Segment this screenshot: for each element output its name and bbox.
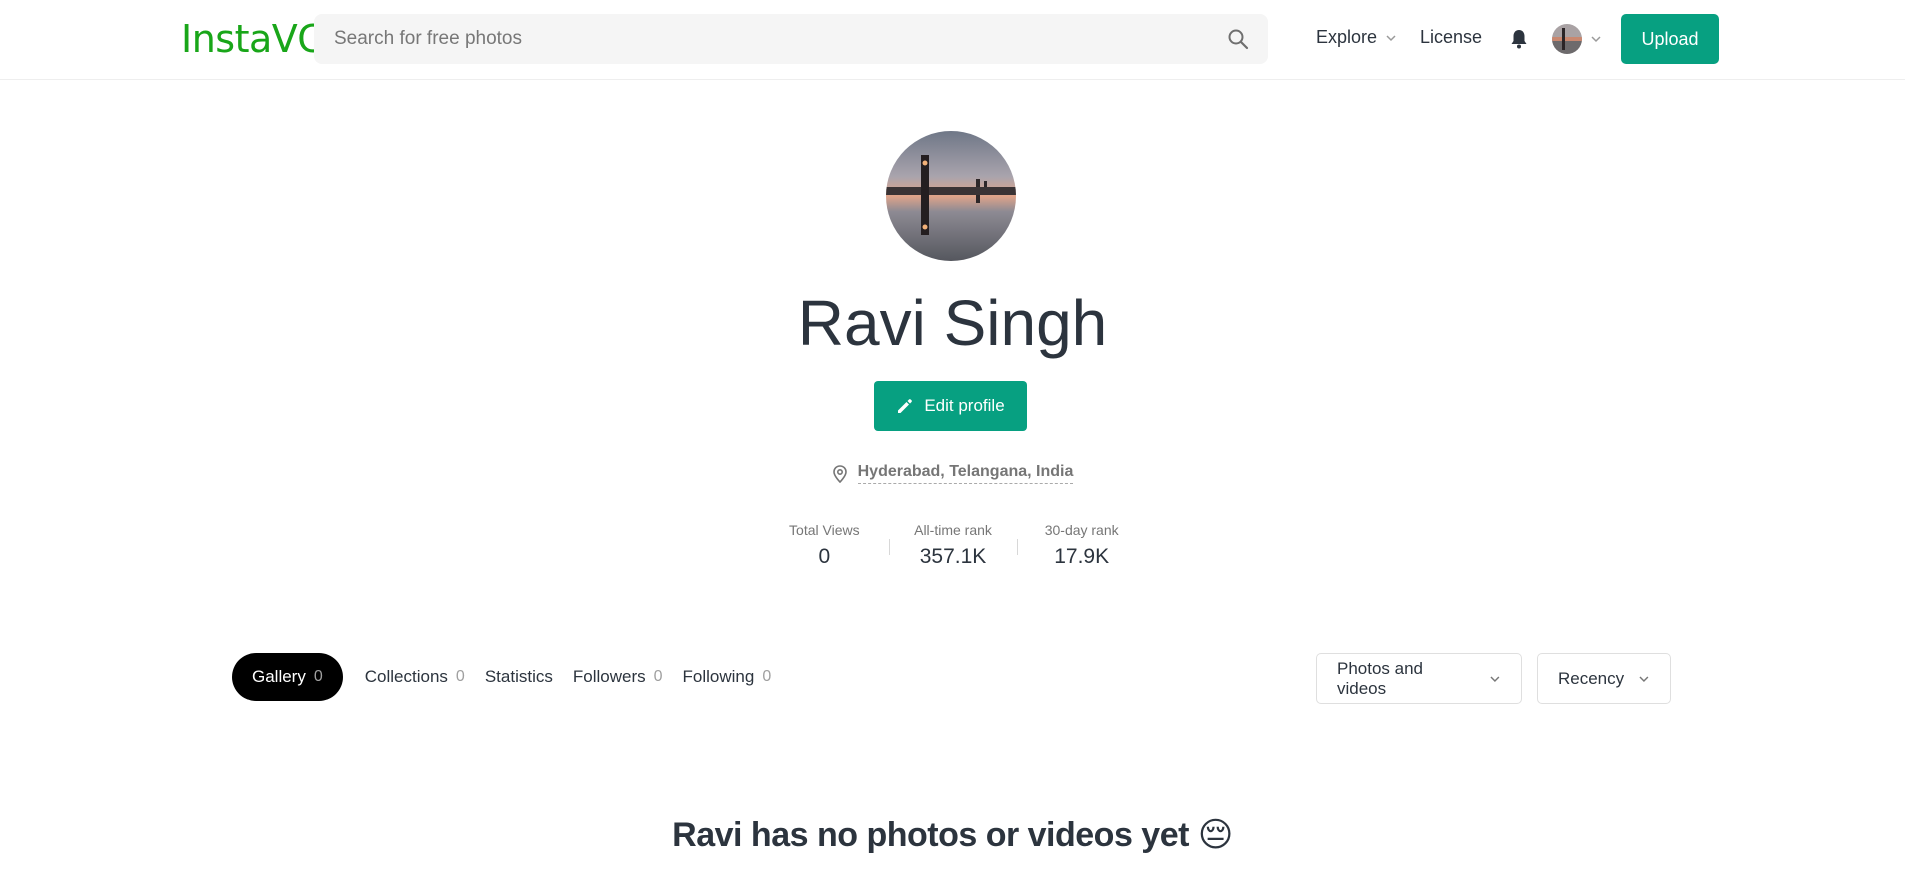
chevron-down-icon	[1386, 34, 1396, 41]
stat-total-views: Total Views 0	[760, 521, 889, 571]
search-input[interactable]	[334, 14, 1214, 64]
chevron-down-icon[interactable]	[1590, 33, 1602, 45]
tab-count: 0	[455, 668, 465, 685]
empty-gallery-message: Ravi has no photos or videos yet 😔	[672, 816, 1233, 854]
explore-label: Explore	[1316, 27, 1378, 47]
profile-name: Ravi Singh	[797, 287, 1108, 359]
tab-label: Followers	[572, 667, 646, 686]
tab-label: Gallery	[252, 667, 306, 686]
tab-count: 0	[653, 668, 663, 685]
edit-profile-label: Edit profile	[924, 396, 1005, 415]
tab-count: 0	[762, 668, 772, 685]
top-navigation-bar: InstaVC Explore License Upload	[0, 0, 1905, 80]
tab-label: Following	[682, 667, 755, 686]
user-avatar[interactable]	[1552, 24, 1582, 54]
tab-statistics[interactable]: Statistics	[475, 653, 563, 701]
stat-label: All-time rank	[914, 522, 992, 538]
tab-following[interactable]: Following 0	[673, 653, 782, 701]
stat-value: 0	[818, 545, 831, 568]
tab-collections[interactable]: Collections 0	[355, 653, 475, 701]
license-link[interactable]: License	[1420, 27, 1482, 48]
tab-count: 0	[313, 668, 323, 685]
profile-avatar	[886, 131, 1016, 261]
media-type-value: Photos and videos	[1337, 658, 1424, 698]
location-pin-icon	[832, 464, 847, 483]
edit-profile-button[interactable]: Edit profile	[874, 381, 1027, 431]
tab-label: Statistics	[484, 667, 553, 686]
search-icon[interactable]	[1226, 27, 1250, 51]
media-type-dropdown[interactable]: Photos and videos	[1316, 653, 1522, 704]
bell-icon[interactable]	[1509, 28, 1529, 50]
tab-followers[interactable]: Followers 0	[563, 653, 673, 701]
chevron-down-icon	[1639, 675, 1649, 682]
location-link[interactable]: Hyderabad, Telangana, India	[857, 463, 1074, 484]
tab-gallery[interactable]: Gallery 0	[232, 653, 343, 701]
tab-label: Collections	[364, 667, 448, 686]
upload-button[interactable]: Upload	[1621, 14, 1719, 64]
sort-value: Recency	[1558, 668, 1625, 688]
stat-value: 357.1K	[919, 545, 987, 568]
pencil-icon	[898, 399, 913, 413]
stat-value: 17.9K	[1054, 545, 1110, 568]
chevron-down-icon	[1490, 676, 1500, 682]
stat-label: Total Views	[789, 522, 860, 538]
stat-all-time-rank: All-time rank 357.1K	[888, 521, 1018, 571]
explore-menu[interactable]: Explore	[1316, 27, 1397, 48]
stat-label: 30-day rank	[1044, 522, 1119, 538]
profile-stats: Total Views 0 All-time rank 357.1K 30-da…	[760, 521, 1146, 571]
profile-tabs: Gallery 0 Collections 0 Statistics Follo…	[232, 653, 781, 701]
profile-photo	[886, 131, 1016, 261]
profile-location: Hyderabad, Telangana, India	[0, 463, 1905, 484]
site-logo[interactable]: InstaVC	[181, 17, 324, 61]
avatar-image	[1552, 24, 1582, 54]
stat-30-day-rank: 30-day rank 17.9K	[1017, 521, 1146, 571]
search-bar	[314, 14, 1268, 64]
sort-dropdown[interactable]: Recency	[1537, 653, 1671, 704]
